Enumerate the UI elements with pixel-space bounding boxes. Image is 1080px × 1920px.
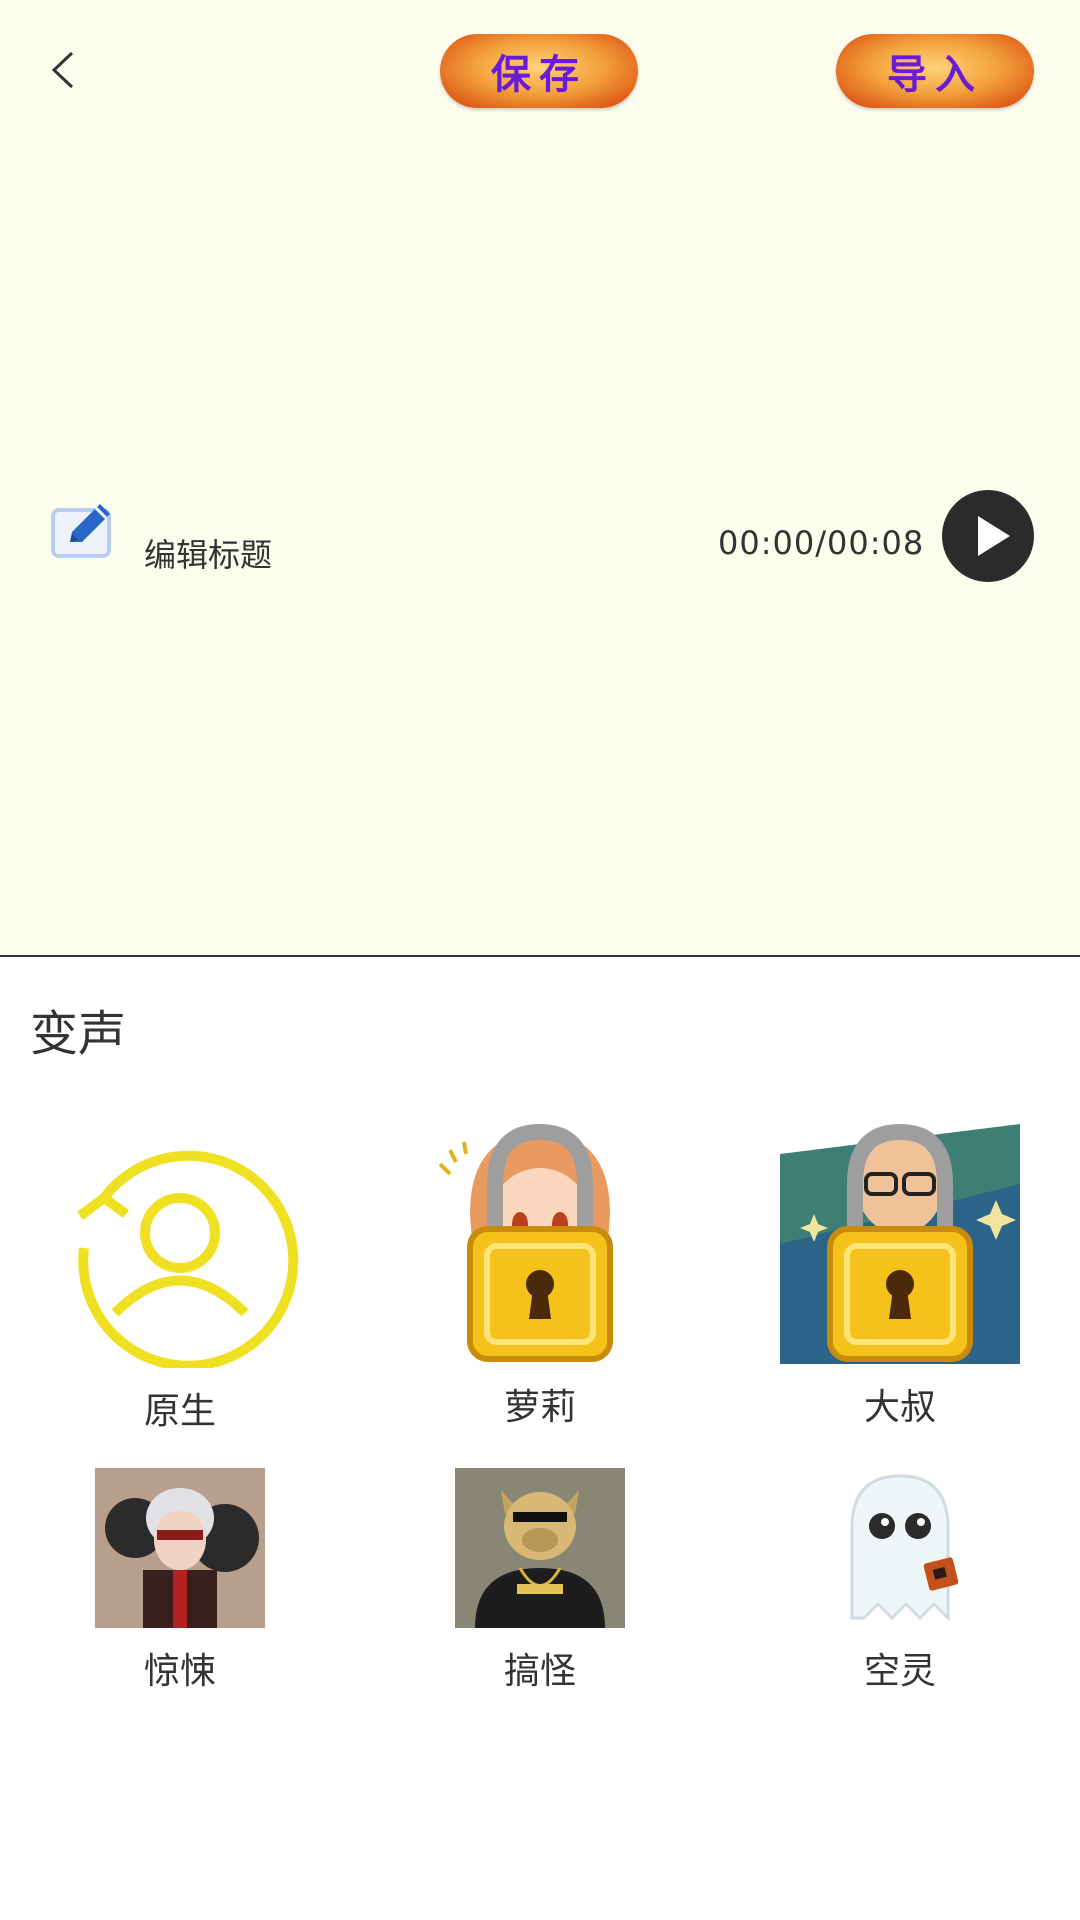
voice-change-title: 变声 — [30, 1006, 127, 1062]
lock-icon — [467, 1124, 613, 1362]
edit-title-icon[interactable] — [50, 500, 122, 562]
voice-option-label: 空灵 — [863, 1651, 936, 1692]
reset-user-icon — [60, 1128, 300, 1371]
voice-option-label: 大叔 — [863, 1387, 936, 1428]
voice-option-label: 惊悚 — [143, 1651, 216, 1692]
voice-option-loli[interactable]: 萝莉 — [390, 1124, 690, 1430]
save-button[interactable]: 保存 — [440, 34, 638, 108]
editor-area: 保存 导入 编辑标题 00:00/00:08 — [0, 0, 1080, 957]
voice-option-funny[interactable]: 搞怪 — [390, 1468, 690, 1694]
voice-option-original[interactable]: 原生 — [30, 1128, 330, 1434]
voice-option-uncle[interactable]: 大叔 — [750, 1124, 1050, 1430]
playback-time: 00:00/00:08 — [718, 524, 925, 562]
voice-option-ethereal[interactable]: 空灵 — [750, 1468, 1050, 1694]
girl-avatar — [430, 1124, 650, 1364]
man-avatar — [780, 1124, 1020, 1364]
voice-option-horror[interactable]: 惊悚 — [30, 1468, 330, 1694]
chevron-left-icon — [51, 51, 74, 89]
back-button[interactable] — [40, 45, 90, 95]
lock-icon — [827, 1124, 973, 1362]
ghost-avatar — [830, 1468, 970, 1628]
funny-pig-avatar — [455, 1468, 625, 1628]
horror-avatar — [95, 1468, 265, 1628]
play-icon — [978, 516, 1010, 556]
voice-option-label: 萝莉 — [503, 1387, 576, 1428]
import-button[interactable]: 导入 — [836, 34, 1034, 108]
voice-option-label: 原生 — [143, 1391, 216, 1432]
edit-title-label[interactable]: 编辑标题 — [144, 530, 272, 576]
voice-option-label: 搞怪 — [503, 1651, 576, 1692]
play-button[interactable] — [942, 490, 1034, 582]
